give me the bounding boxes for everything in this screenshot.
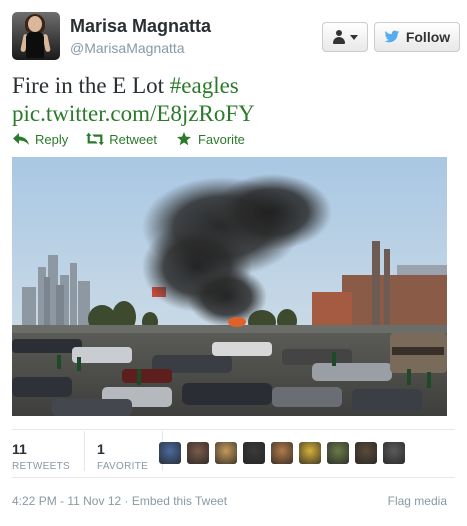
reply-label: Reply [35,131,69,147]
favorites-count: 1 [96,441,105,457]
retweeter-avatar[interactable] [355,442,377,464]
follow-label: Follow [405,29,451,45]
retweeter-avatar[interactable] [271,442,293,464]
user-actions-button[interactable] [322,22,368,52]
retweeter-avatars [159,442,405,464]
retweet-button[interactable]: Retweet [86,132,157,147]
retweeter-avatar[interactable] [187,442,209,464]
star-icon [176,132,191,146]
timestamp[interactable]: 4:22 PM - 11 Nov 12 [12,494,121,508]
tweet-photo[interactable] [12,157,447,416]
embed-link[interactable]: Embed this Tweet [132,494,227,508]
retweeter-avatar[interactable] [243,442,265,464]
tweet-text: Fire in the E Lot #eagles [12,72,239,100]
retweeter-avatar[interactable] [383,442,405,464]
parking-lot-fire-photo [12,157,447,416]
bird-icon [384,30,400,43]
tweet-body: Fire in the E Lot [12,73,165,98]
reply-button[interactable]: Reply [12,132,68,147]
favorite-button[interactable]: Favorite [175,132,245,147]
retweeter-avatar[interactable] [299,442,321,464]
tweet-footer: 4:22 PM - 11 Nov 12 · Embed this Tweet F… [12,494,447,508]
tweet-stats: 11 RETWEETS 1 FAVORITE [12,431,175,472]
separator: · [124,494,129,508]
user-handle[interactable]: @MarisaMagnatta [70,40,185,56]
hashtag-link[interactable]: #eagles [170,73,239,98]
caret-down-icon [349,34,358,40]
tweet-actions: Reply Retweet Favorite [12,130,263,148]
tweet-header: Marisa Magnatta @MarisaMagnatta Follow [12,12,460,62]
divider [12,429,455,430]
follow-button[interactable]: Follow [374,22,460,52]
person-icon [332,30,345,44]
divider [12,477,455,478]
favorite-label: Favorite [197,131,245,147]
retweets-label: RETWEETS [12,461,70,472]
retweeter-avatar[interactable] [327,442,349,464]
retweeter-avatar[interactable] [159,442,181,464]
retweets-count: 11 [12,441,27,457]
retweet-label: Retweet [109,131,157,147]
favorites-label: FAVORITE [96,461,149,472]
retweets-stat[interactable]: 11 RETWEETS [12,431,85,472]
flag-media-link[interactable]: Flag media [388,494,447,508]
retweeter-avatar[interactable] [215,442,237,464]
media-link[interactable]: pic.twitter.com/E8jzRoFY [12,100,255,128]
avatar[interactable] [12,12,60,60]
user-name[interactable]: Marisa Magnatta [70,16,211,37]
favorites-stat[interactable]: 1 FAVORITE [96,431,164,472]
reply-icon [13,133,29,145]
retweet-icon [86,132,105,146]
